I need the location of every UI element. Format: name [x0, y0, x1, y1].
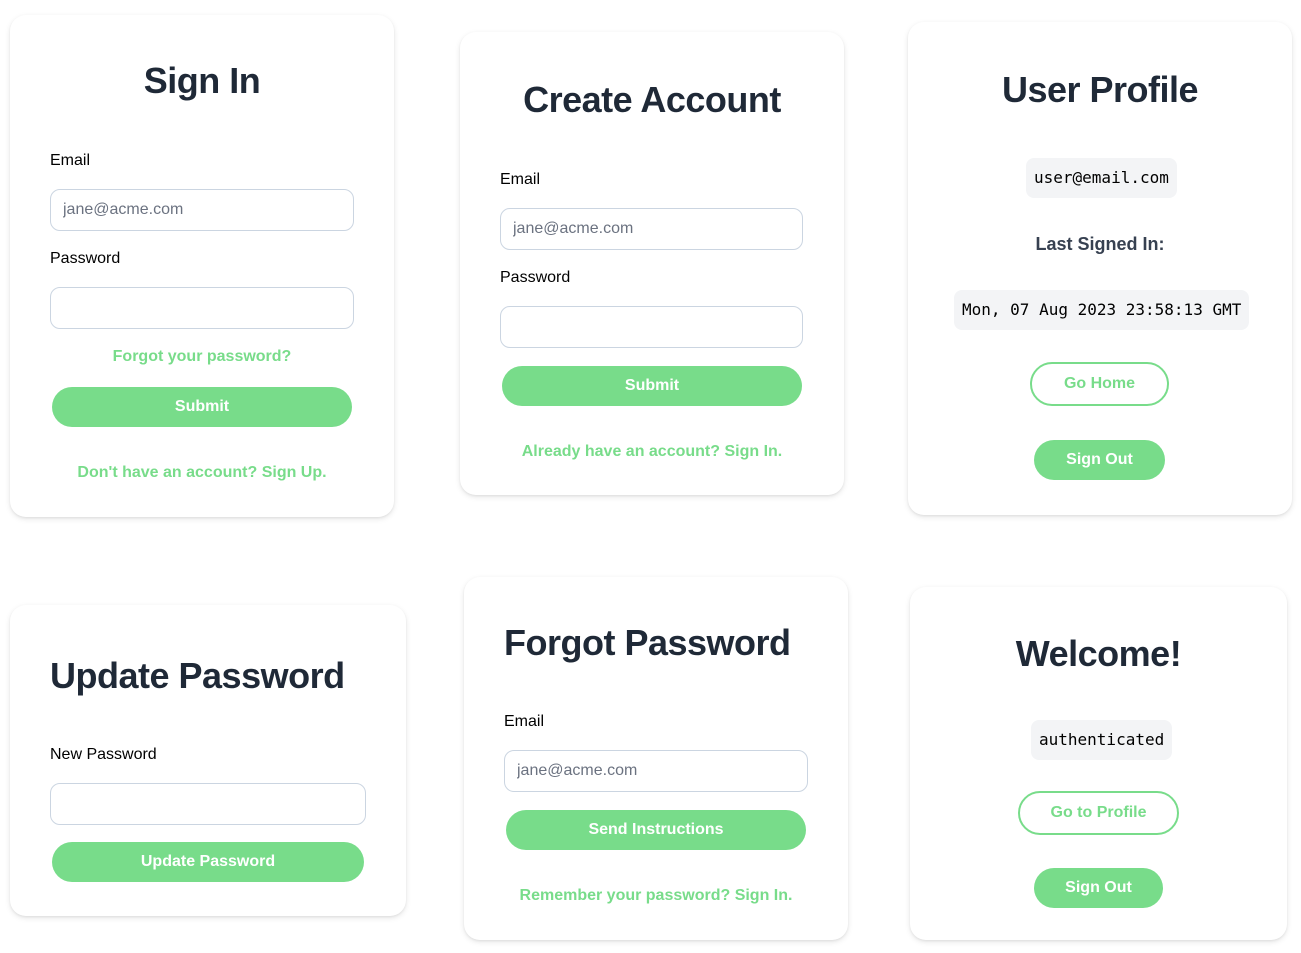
sign-in-title: Sign In — [143, 60, 261, 101]
email-input[interactable] — [50, 189, 354, 231]
last-signed-in-label: Last Signed In: — [1035, 234, 1165, 254]
password-label: Password — [50, 250, 121, 267]
email-label: Email — [504, 713, 545, 730]
email-input[interactable] — [500, 208, 803, 250]
user-profile-card: User Profile user@email.com Last Signed … — [908, 22, 1292, 515]
create-account-card: Create Account Email Password Submit Alr… — [460, 32, 844, 495]
email-label: Email — [50, 152, 91, 169]
submit-button[interactable]: Submit — [52, 387, 352, 427]
submit-button[interactable]: Submit — [502, 366, 802, 406]
send-instructions-button[interactable]: Send Instructions — [506, 810, 806, 850]
update-password-title: Update Password — [50, 655, 345, 696]
welcome-card: Welcome! authenticated Go to Profile Sig… — [910, 587, 1287, 940]
go-home-button[interactable]: Go Home — [1030, 362, 1169, 406]
sign-in-link[interactable]: Already have an account? Sign In. — [460, 443, 844, 461]
user-profile-title: User Profile — [1001, 69, 1199, 110]
sign-out-button[interactable]: Sign Out — [1034, 868, 1163, 908]
update-password-button[interactable]: Update Password — [52, 842, 364, 882]
forgot-password-title: Forgot Password — [504, 622, 791, 663]
email-label: Email — [500, 171, 541, 188]
create-account-title: Create Account — [523, 79, 781, 120]
forgot-password-link[interactable]: Forgot your password? — [10, 348, 394, 366]
auth-status: authenticated — [1031, 720, 1173, 760]
new-password-label: New Password — [50, 746, 157, 763]
password-input[interactable] — [500, 306, 803, 348]
sign-in-card: Sign In Email Password Forgot your passw… — [10, 15, 394, 517]
user-email: user@email.com — [1026, 158, 1177, 198]
sign-up-link[interactable]: Don't have an account? Sign Up. — [10, 464, 394, 482]
welcome-title: Welcome! — [1015, 633, 1182, 674]
update-password-card: Update Password New Password Update Pass… — [10, 605, 406, 916]
new-password-input[interactable] — [50, 783, 366, 825]
sign-in-link[interactable]: Remember your password? Sign In. — [464, 887, 848, 905]
last-signed-in-value: Mon, 07 Aug 2023 23:58:13 GMT — [954, 290, 1250, 330]
go-to-profile-button[interactable]: Go to Profile — [1018, 791, 1179, 835]
password-label: Password — [500, 269, 571, 286]
email-input[interactable] — [504, 750, 808, 792]
forgot-password-card: Forgot Password Email Send Instructions … — [464, 577, 848, 940]
sign-out-button[interactable]: Sign Out — [1034, 440, 1165, 480]
password-input[interactable] — [50, 287, 354, 329]
